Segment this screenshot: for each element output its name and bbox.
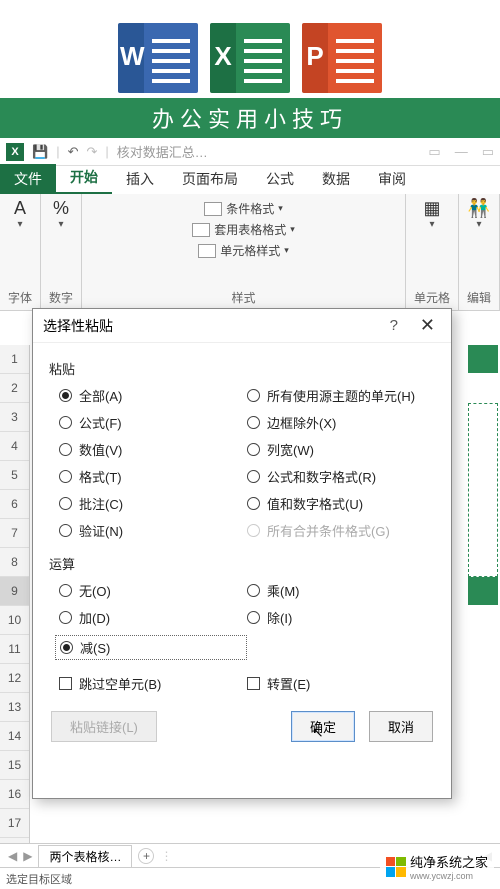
tab-data[interactable]: 数据 <box>308 164 364 194</box>
ribbon-group-styles: 条件格式 ▾ 套用表格格式 ▾ 单元格样式 ▾ 样式 <box>82 194 406 310</box>
add-sheet-icon[interactable]: + <box>138 848 154 864</box>
radio-formulas-num[interactable]: 公式和数字格式(R) <box>247 467 435 486</box>
watermark-icon <box>386 857 406 877</box>
ribbon-tabs: 文件 开始 插入 页面布局 公式 数据 审阅 <box>0 166 500 194</box>
sheet-nav-next-icon[interactable]: ▶ <box>23 849 32 863</box>
row-header: 10 <box>0 606 29 635</box>
sheet-right-edge <box>464 345 500 843</box>
table-format-icon <box>192 223 210 237</box>
save-icon[interactable]: 💾 <box>32 144 48 160</box>
paste-link-button: 粘贴链接(L) <box>51 711 157 742</box>
row-header: 12 <box>0 664 29 693</box>
radio-formats[interactable]: 格式(T) <box>59 467 247 486</box>
row-header: 14 <box>0 722 29 751</box>
tab-file[interactable]: 文件 <box>0 164 56 194</box>
ribbon-group-font[interactable]: A ▾ 字体 <box>0 194 41 310</box>
checkbox-skip-blanks[interactable]: 跳过空单元(B) <box>59 674 247 693</box>
cell-styles-button[interactable]: 单元格样式 ▾ <box>198 240 289 261</box>
ribbon-group-editing[interactable]: 👬 ▾ 编辑 <box>459 194 500 310</box>
excel-icon: X <box>210 23 290 93</box>
cell-style-icon <box>198 244 216 258</box>
radio-all-theme[interactable]: 所有使用源主题的单元(H) <box>247 386 435 405</box>
maximize-icon[interactable]: ▭ <box>482 144 494 160</box>
radio-comments[interactable]: 批注(C) <box>59 494 247 513</box>
radio-none[interactable]: 无(O) <box>59 581 247 600</box>
row-header: 5 <box>0 461 29 490</box>
radio-values[interactable]: 数值(V) <box>59 440 247 459</box>
cancel-button[interactable]: 取消 <box>369 711 433 742</box>
cells-icon: ▦ <box>423 198 440 219</box>
ribbon-group-number[interactable]: % ▾ 数字 <box>41 194 82 310</box>
row-header: 8 <box>0 548 29 577</box>
selection-corner <box>468 577 498 605</box>
status-text: 选定目标区域 <box>6 871 72 887</box>
radio-divide[interactable]: 除(I) <box>247 608 435 627</box>
radio-multiply[interactable]: 乘(M) <box>247 581 435 600</box>
row-header: 15 <box>0 751 29 780</box>
column-header-cell[interactable] <box>468 345 498 373</box>
row-header: 1 <box>0 345 29 374</box>
row-header-selected: 9 <box>0 577 29 606</box>
powerpoint-icon: P <box>302 23 382 93</box>
office-icons-banner: W X P <box>0 0 500 98</box>
cursor-icon: ↖ <box>312 724 324 741</box>
row-header: 3 <box>0 403 29 432</box>
undo-icon[interactable]: ↶ <box>68 144 79 160</box>
radio-validation[interactable]: 验证(N) <box>59 521 247 540</box>
tab-review[interactable]: 审阅 <box>364 164 420 194</box>
document-title: 核对数据汇总… <box>117 142 208 161</box>
radio-subtract[interactable]: 减(S) <box>55 635 247 660</box>
conditional-formatting-button[interactable]: 条件格式 ▾ <box>204 198 283 219</box>
row-header: 2 <box>0 374 29 403</box>
row-header: 6 <box>0 490 29 519</box>
help-icon[interactable]: ? <box>390 317 398 334</box>
radio-except-borders[interactable]: 边框除外(X) <box>247 413 435 432</box>
tab-insert[interactable]: 插入 <box>112 164 168 194</box>
row-header: 17 <box>0 809 29 838</box>
percent-icon: % <box>53 198 69 219</box>
font-icon: A <box>14 198 26 219</box>
marching-ants-selection <box>468 403 498 577</box>
checkbox-transpose[interactable]: 转置(E) <box>247 674 435 693</box>
dialog-titlebar: 选择性粘贴 ? ✕ <box>33 309 451 343</box>
find-icon: 👬 <box>468 198 490 219</box>
sheet-tab-active[interactable]: 两个表格核… <box>38 845 132 867</box>
watermark: 纯净系统之家 www.ycwzj.com <box>380 850 494 883</box>
operation-section-label: 运算 <box>49 554 435 573</box>
redo-icon[interactable]: ↷ <box>86 144 97 160</box>
tab-pagelayout[interactable]: 页面布局 <box>168 164 252 194</box>
tab-home[interactable]: 开始 <box>56 162 112 194</box>
banner-title: 办公实用小技巧 <box>0 98 500 138</box>
radio-all-cond: 所有合并条件格式(G) <box>247 521 435 540</box>
dialog-title: 选择性粘贴 <box>43 316 390 336</box>
cond-format-icon <box>204 202 222 216</box>
minimize-icon[interactable]: — <box>455 144 468 160</box>
close-icon[interactable]: ✕ <box>414 315 441 336</box>
sheet-nav-prev-icon[interactable]: ◀ <box>8 849 17 863</box>
radio-all[interactable]: 全部(A) <box>59 386 247 405</box>
row-header: 16 <box>0 780 29 809</box>
row-header: 7 <box>0 519 29 548</box>
row-header: 13 <box>0 693 29 722</box>
row-header: 4 <box>0 432 29 461</box>
tab-formulas[interactable]: 公式 <box>252 164 308 194</box>
paste-special-dialog: 选择性粘贴 ? ✕ 粘贴 全部(A) 所有使用源主题的单元(H) 公式(F) 边… <box>32 308 452 799</box>
ok-button[interactable]: ↖确定 <box>291 711 355 742</box>
radio-formulas[interactable]: 公式(F) <box>59 413 247 432</box>
ribbon-group-cells[interactable]: ▦ ▾ 单元格 <box>406 194 459 310</box>
ribbon: A ▾ 字体 % ▾ 数字 条件格式 ▾ 套用表格格式 ▾ 单元格样式 ▾ 样式… <box>0 194 500 311</box>
radio-add[interactable]: 加(D) <box>59 608 247 627</box>
excel-app-icon: X <box>6 143 24 161</box>
radio-col-widths[interactable]: 列宽(W) <box>247 440 435 459</box>
row-headers[interactable]: 1 2 3 4 5 6 7 8 9 10 11 12 13 14 15 16 1… <box>0 345 30 843</box>
format-as-table-button[interactable]: 套用表格格式 ▾ <box>192 219 295 240</box>
word-icon: W <box>118 23 198 93</box>
row-header: 11 <box>0 635 29 664</box>
paste-section-label: 粘贴 <box>49 359 435 378</box>
radio-values-num[interactable]: 值和数字格式(U) <box>247 494 435 513</box>
ribbon-options-icon[interactable]: ▭ <box>428 144 440 160</box>
